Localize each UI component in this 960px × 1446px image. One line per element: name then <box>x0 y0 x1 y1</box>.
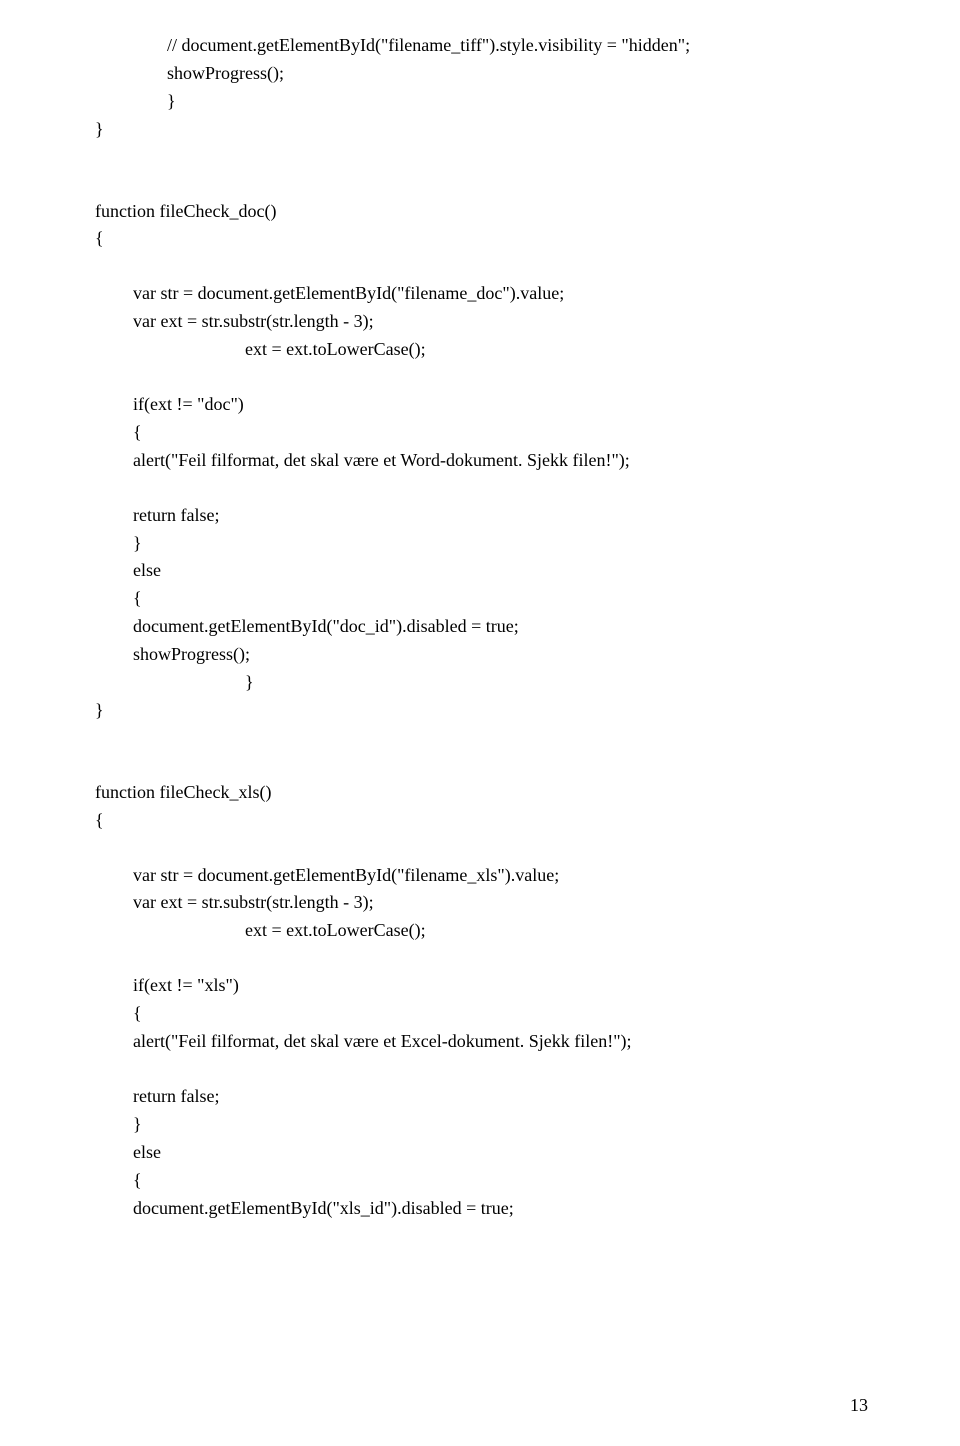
code-line: } <box>95 1111 870 1139</box>
blank-line <box>95 171 870 198</box>
blank-line <box>95 725 870 752</box>
code-line: showProgress(); <box>95 60 870 88</box>
code-line: { <box>95 1000 870 1028</box>
blank-line <box>95 1056 870 1083</box>
code-line: function fileCheck_xls() <box>95 779 870 807</box>
code-line: { <box>95 225 870 253</box>
code-line: function fileCheck_doc() <box>95 198 870 226</box>
code-line: return false; <box>95 1083 870 1111</box>
code-line: if(ext != "xls") <box>95 972 870 1000</box>
code-line: } <box>95 669 870 697</box>
code-line: alert("Feil filformat, det skal være et … <box>95 447 870 475</box>
blank-line <box>95 475 870 502</box>
code-line: else <box>95 1139 870 1167</box>
code-line: ext = ext.toLowerCase(); <box>95 917 870 945</box>
code-line: { <box>95 585 870 613</box>
blank-line <box>95 144 870 171</box>
code-line: document.getElementById("doc_id").disabl… <box>95 613 870 641</box>
code-line: var str = document.getElementById("filen… <box>95 862 870 890</box>
code-line: } <box>95 530 870 558</box>
code-line: var ext = str.substr(str.length - 3); <box>95 308 870 336</box>
code-line: document.getElementById("xls_id").disabl… <box>95 1195 870 1223</box>
blank-line <box>95 253 870 280</box>
blank-line <box>95 945 870 972</box>
code-line: else <box>95 557 870 585</box>
code-line: var ext = str.substr(str.length - 3); <box>95 889 870 917</box>
code-line: } <box>95 88 870 116</box>
code-line: return false; <box>95 502 870 530</box>
blank-line <box>95 752 870 779</box>
code-line: } <box>95 697 870 725</box>
code-line: { <box>95 419 870 447</box>
code-line: if(ext != "doc") <box>95 391 870 419</box>
code-line: } <box>95 116 870 144</box>
blank-line <box>95 835 870 862</box>
code-line: showProgress(); <box>95 641 870 669</box>
code-line: ext = ext.toLowerCase(); <box>95 336 870 364</box>
code-line: // document.getElementById("filename_tif… <box>95 32 870 60</box>
code-line: alert("Feil filformat, det skal være et … <box>95 1028 870 1056</box>
code-line: { <box>95 1167 870 1195</box>
code-line: var str = document.getElementById("filen… <box>95 280 870 308</box>
code-line: { <box>95 807 870 835</box>
blank-line <box>95 364 870 391</box>
document-page: // document.getElementById("filename_tif… <box>0 0 960 1446</box>
page-number: 13 <box>850 1392 868 1420</box>
